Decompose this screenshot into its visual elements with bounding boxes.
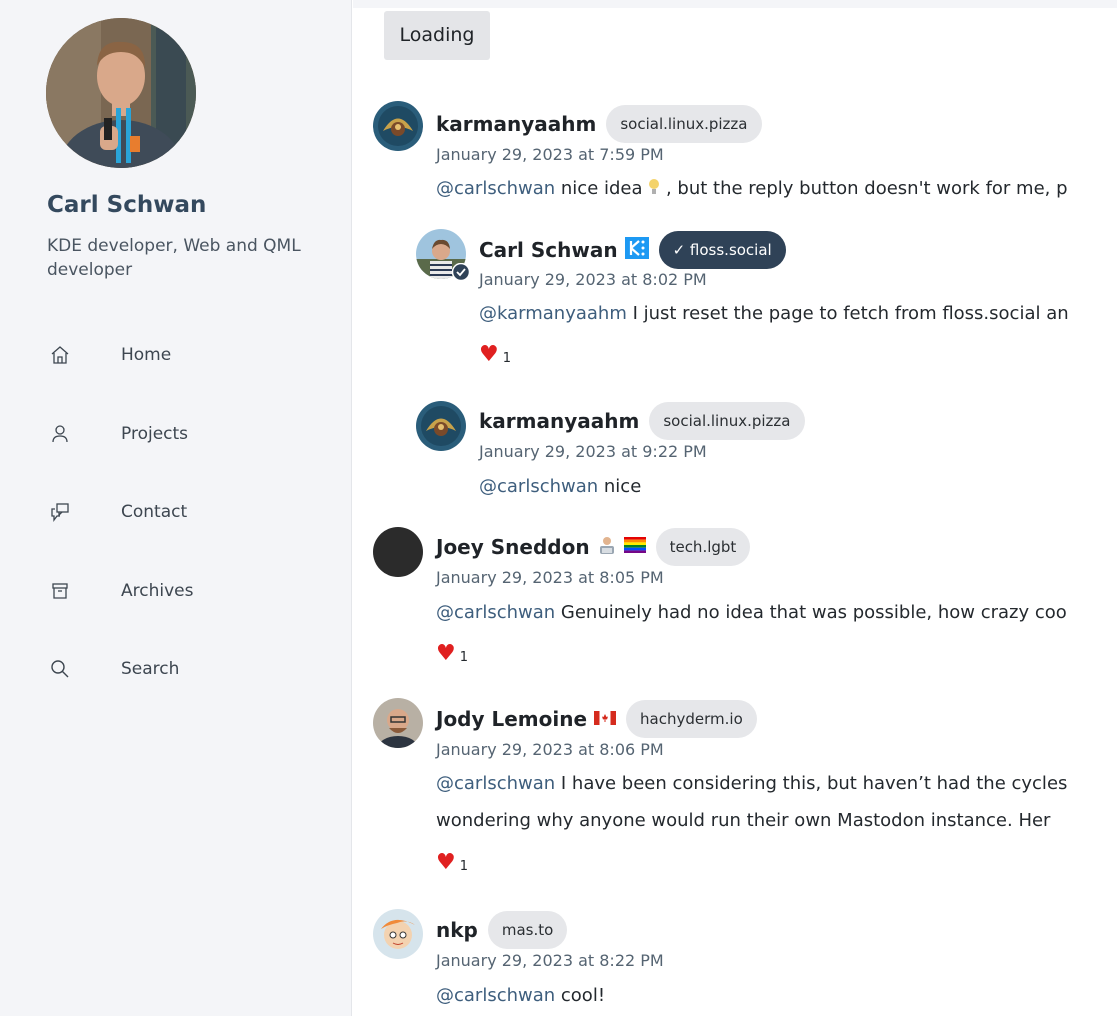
instance-badge[interactable]: hachyderm.io (626, 700, 757, 738)
post-text: @carlschwan nice idea , but the reply bu… (436, 178, 1068, 199)
post-text: @carlschwan cool! (436, 985, 606, 1006)
post-text: @carlschwan Genuinely had no idea that w… (436, 602, 1067, 623)
profile-name: Carl Schwan (47, 192, 207, 218)
loading-button[interactable]: Loading (384, 11, 490, 60)
post-date[interactable]: January 29, 2023 at 8:02 PM (479, 270, 707, 289)
post-date[interactable]: January 29, 2023 at 8:06 PM (436, 740, 664, 759)
post-date[interactable]: January 29, 2023 at 7:59 PM (436, 145, 664, 164)
user-avatar[interactable] (373, 909, 423, 959)
sidebar-item-label: Home (121, 345, 172, 365)
sidebar-item-search[interactable]: Search (40, 649, 320, 689)
home-icon (40, 335, 80, 375)
post-text-line: wondering why anyone would run their own… (436, 810, 1051, 831)
post-text: @karmanyaahm I just reset the page to fe… (479, 303, 1069, 324)
heart-icon: ♥ (436, 850, 456, 875)
username[interactable]: karmanyaahm (436, 112, 596, 136)
post-date[interactable]: January 29, 2023 at 8:05 PM (436, 568, 664, 587)
lightbulb-icon (648, 178, 666, 199)
user-avatar[interactable] (373, 101, 423, 151)
heart-icon: ♥ (479, 342, 499, 367)
archive-icon (40, 571, 80, 611)
post-date[interactable]: January 29, 2023 at 9:22 PM (479, 442, 707, 461)
username[interactable]: karmanyaahm (479, 409, 639, 433)
username[interactable]: Carl Schwan (479, 238, 618, 262)
search-icon (40, 649, 80, 689)
sidebar-item-label: Archives (121, 581, 194, 601)
instance-badge[interactable]: social.linux.pizza (606, 105, 762, 143)
mention-link[interactable]: @carlschwan (479, 476, 598, 497)
kde-logo-icon (624, 237, 649, 263)
username[interactable]: nkp (436, 918, 478, 942)
sidebar-item-label: Search (121, 659, 180, 679)
comments-feed: Loading karmanyaahm social.linux.pizza J… (353, 0, 1117, 1016)
sidebar-item-contact[interactable]: Contact (40, 492, 320, 532)
user-avatar[interactable] (373, 698, 423, 748)
sidebar-item-label: Contact (121, 502, 188, 522)
mention-link[interactable]: @carlschwan (436, 602, 555, 623)
chat-icon (40, 492, 80, 532)
like-count[interactable]: ♥ 1 (479, 342, 511, 367)
profile-bio: KDE developer, Web and QML developer (47, 236, 301, 280)
canada-flag-icon (594, 710, 617, 729)
verified-icon (452, 263, 470, 281)
instance-badge-verified[interactable]: ✓ floss.social (658, 231, 786, 269)
instance-badge[interactable]: social.linux.pizza (649, 402, 805, 440)
instance-badge[interactable]: mas.to (487, 911, 568, 949)
mention-link[interactable]: @carlschwan (436, 178, 555, 199)
sidebar-item-label: Projects (121, 424, 189, 444)
post-text: @carlschwan nice (479, 476, 642, 497)
username[interactable]: Jody Lemoine (436, 707, 587, 731)
like-count[interactable]: ♥ 1 (436, 641, 468, 666)
person-icon (40, 414, 80, 454)
sidebar-item-projects[interactable]: Projects (40, 414, 320, 454)
like-count[interactable]: ♥ 1 (436, 850, 468, 875)
mention-link[interactable]: @karmanyaahm (479, 303, 627, 324)
user-avatar[interactable] (373, 527, 423, 577)
username[interactable]: Joey Sneddon (436, 535, 590, 559)
mention-link[interactable]: @carlschwan (436, 985, 555, 1006)
post-text: @carlschwan I have been considering this… (436, 773, 1068, 794)
sidebar: Carl Schwan KDE developer, Web and QML d… (0, 0, 352, 1016)
top-strip (353, 0, 1117, 8)
pride-flag-icon (623, 537, 646, 557)
mention-link[interactable]: @carlschwan (436, 773, 555, 794)
sidebar-item-home[interactable]: Home (40, 335, 320, 375)
heart-icon: ♥ (436, 641, 456, 666)
instance-badge[interactable]: tech.lgbt (655, 528, 751, 566)
user-avatar[interactable] (416, 401, 466, 451)
sidebar-item-archives[interactable]: Archives (40, 571, 320, 611)
technologist-emoji-icon (597, 535, 617, 559)
post-date[interactable]: January 29, 2023 at 8:22 PM (436, 951, 664, 970)
profile-avatar[interactable] (46, 18, 196, 168)
